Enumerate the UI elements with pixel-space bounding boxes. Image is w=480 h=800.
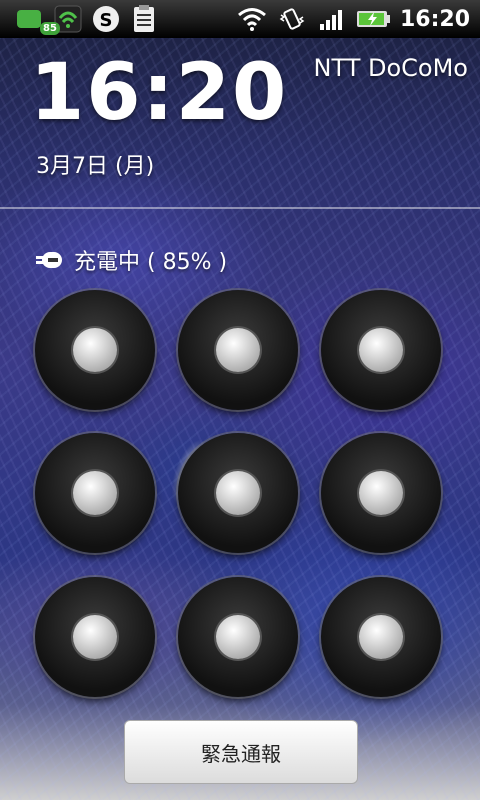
divider [0, 207, 480, 209]
pattern-dot-center [216, 328, 260, 372]
status-bar-time: 16:20 [399, 6, 470, 32]
pattern-dot-center [216, 615, 260, 659]
pattern-dot-center [359, 471, 403, 515]
pattern-dot-center [359, 328, 403, 372]
plug-icon [36, 252, 62, 268]
lock-screen: 85 S 16:20 16:20 NTT DoCoMo 3月7日 (月) 充電中… [0, 0, 480, 800]
lock-clock: 16:20 [30, 48, 289, 138]
pattern-dot-center [73, 328, 117, 372]
pattern-dot-6[interactable] [321, 433, 441, 553]
pattern-dot-center [73, 471, 117, 515]
pattern-dot-5[interactable] [178, 433, 298, 553]
status-bar-notifications: 85 S [0, 4, 160, 35]
charging-text: 充電中 ( 85% ) [74, 250, 228, 275]
pattern-dot-1[interactable] [35, 290, 155, 410]
signal-icon [316, 4, 348, 34]
pattern-dot-center [216, 471, 260, 515]
pattern-dot-9[interactable] [321, 577, 441, 697]
pattern-dot-8[interactable] [178, 577, 298, 697]
battery-charging-icon [356, 4, 392, 34]
emergency-call-button[interactable]: 緊急通報 [124, 720, 358, 784]
clipboard-icon [128, 4, 160, 34]
notification-badge: 85 [40, 22, 60, 35]
pattern-dot-center [359, 615, 403, 659]
status-bar: 85 S 16:20 [0, 0, 480, 38]
notification-icon: 85 [14, 4, 60, 35]
pattern-dot-4[interactable] [35, 433, 155, 553]
skype-icon: S [90, 4, 122, 34]
pattern-dot-2[interactable] [178, 290, 298, 410]
charging-status: 充電中 ( 85% ) [34, 244, 227, 276]
wifi-icon [236, 4, 268, 34]
pattern-dot-center [73, 615, 117, 659]
pattern-dot-3[interactable] [321, 290, 441, 410]
carrier-label: NTT DoCoMo [313, 54, 468, 82]
status-bar-system: 16:20 [236, 4, 480, 34]
vibrate-icon [276, 4, 308, 34]
pattern-dot-7[interactable] [35, 577, 155, 697]
svg-text:S: S [100, 10, 113, 31]
date-label: 3月7日 (月) [36, 154, 155, 179]
